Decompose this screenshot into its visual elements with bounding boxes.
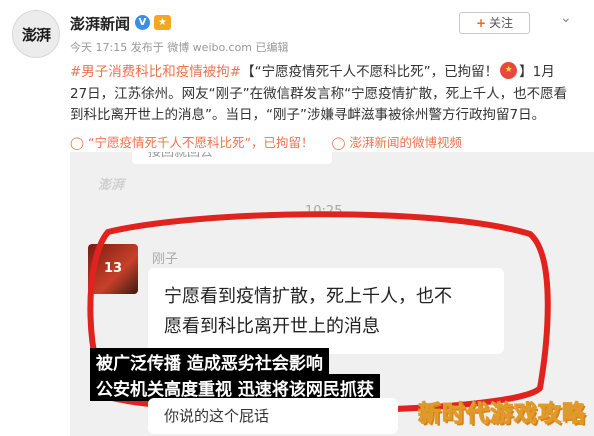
site-watermark: 新时代游戏攻略 xyxy=(418,401,586,428)
account-name[interactable]: 澎湃新闻 xyxy=(70,13,130,34)
play-link-icon: ◯ xyxy=(70,135,84,150)
post-text: #男子消费科比和疫情被拘#【“宁愿疫情死千人不愿科比死”，已拘留！】1月27日，… xyxy=(70,62,570,127)
post-header: 澎湃 澎湃新闻 V ★ 今天 17:15 发布于 微博 weibo.com 已编… xyxy=(0,0,594,60)
reply-message-bubble: 你说的这个屁话 xyxy=(148,398,398,434)
message-line-2: 愿看到科比离开世上的消息 xyxy=(164,316,380,337)
video-thumbnail[interactable]: 接回就回去 澎湃 10:25 13 刚子 宁愿看到疫情扩散，死上千人，也不 愿看… xyxy=(70,152,594,436)
video-source-link[interactable]: 澎湃新闻的微博视频 xyxy=(349,135,462,150)
plus-icon: + xyxy=(475,16,487,30)
post-text-part-1: 【“宁愿疫情死千人不愿科比死”，已拘留！ xyxy=(241,64,499,80)
sender-name: 刚子 xyxy=(152,252,179,267)
post-meta: 今天 17:15 发布于 微博 weibo.com 已编辑 xyxy=(70,41,289,54)
message-bubble: 宁愿看到疫情扩散，死上千人，也不 愿看到科比离开世上的消息 xyxy=(148,268,504,354)
sender-avatar: 13 xyxy=(88,244,138,294)
verified-icon: V xyxy=(135,15,150,30)
previous-message-bubble: 接回就回去 xyxy=(132,152,332,164)
vip-level-icon: ★ xyxy=(154,15,171,30)
message-line-1: 宁愿看到疫情扩散，死上千人，也不 xyxy=(164,286,452,307)
video-caption-line-2: 公安机关高度重视 迅速将该网民抓获 xyxy=(90,374,380,401)
play-link-icon: ◯ xyxy=(331,135,346,150)
follow-label: 关注 xyxy=(489,16,514,30)
chevron-down-icon[interactable]: ⌄ xyxy=(560,10,576,26)
chat-timestamp: 10:25 xyxy=(305,204,343,219)
account-avatar[interactable]: 澎湃 xyxy=(12,10,60,58)
angry-emoji-icon xyxy=(500,62,518,79)
source-watermark: 澎湃 xyxy=(98,178,125,193)
video-caption-line-1: 被广泛传播 造成恶劣社会影响 xyxy=(90,348,329,375)
follow-button[interactable]: + 关注 xyxy=(459,12,530,34)
link-row: ◯ “宁愿疫情死千人不愿科比死”，已拘留！ ◯ 澎湃新闻的微博视频 xyxy=(70,132,462,151)
video-title-link[interactable]: “宁愿疫情死千人不愿科比死”，已拘留！ xyxy=(88,135,313,150)
topic-hashtag-link[interactable]: #男子消费科比和疫情被拘# xyxy=(70,64,241,80)
